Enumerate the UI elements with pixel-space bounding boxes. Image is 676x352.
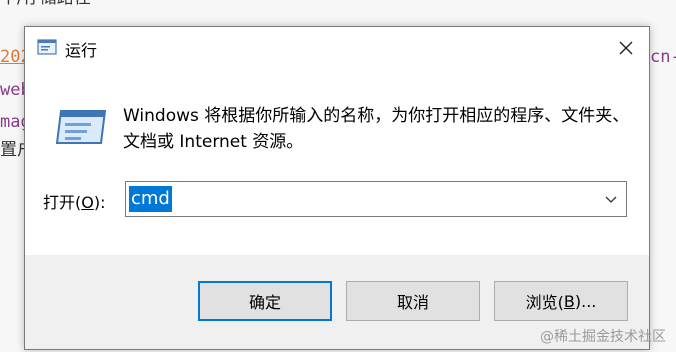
run-app-icon: [37, 39, 57, 55]
screen: 中/存储路径 202 webi mag 置户 cn- 运行: [0, 0, 676, 352]
watermark: @稀土掘金技术社区: [540, 329, 666, 345]
run-program-icon: [55, 110, 107, 144]
open-label-suffix: ):: [93, 193, 106, 212]
run-dialog: 运行 Windows 将根据你所输入的名称，为你打开相应的程序、文件夹、文档或 …: [24, 26, 650, 350]
cancel-button[interactable]: 取消: [346, 281, 480, 321]
title-bar[interactable]: 运行: [25, 27, 649, 69]
chevron-down-icon[interactable]: [604, 192, 618, 206]
open-combobox[interactable]: cmd: [125, 181, 627, 217]
background-text-top: 中/存储路径: [0, 0, 91, 8]
browse-label-prefix: 浏览(: [525, 293, 564, 312]
browse-button[interactable]: 浏览(B)...: [494, 281, 628, 321]
ok-button[interactable]: 确定: [198, 281, 332, 321]
background-code-right: cn-: [650, 47, 676, 67]
open-label-prefix: 打开(: [43, 193, 82, 212]
open-label-accesskey: O: [81, 193, 94, 212]
browse-label-suffix: )...: [574, 291, 597, 311]
close-icon: [619, 41, 633, 55]
browse-label-accesskey: B: [563, 291, 575, 311]
window-title: 运行: [65, 41, 98, 60]
dialog-description: Windows 将根据你所输入的名称，为你打开相应的程序、文件夹、文档或 Int…: [123, 106, 630, 152]
open-label: 打开(O):: [43, 189, 105, 213]
close-button[interactable]: [603, 27, 649, 69]
open-input-selected-text[interactable]: cmd: [129, 186, 172, 212]
